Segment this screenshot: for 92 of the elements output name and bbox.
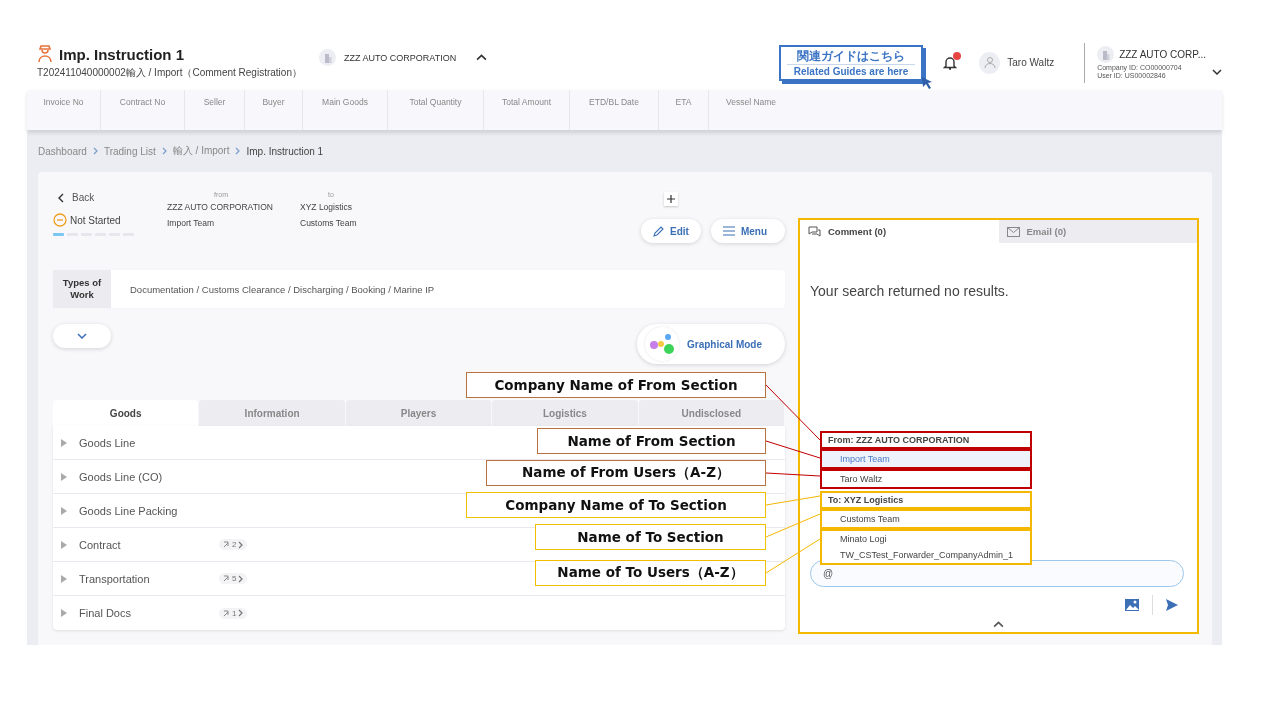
back-button[interactable]: Back — [58, 192, 167, 203]
building-icon — [1097, 46, 1115, 63]
edit-button[interactable]: Edit — [641, 219, 701, 243]
send-icon[interactable] — [1165, 598, 1179, 612]
image-icon[interactable] — [1124, 598, 1140, 612]
column-header: Invoice No — [27, 90, 101, 130]
empty-message: Your search returned no results. — [809, 282, 1010, 299]
chevron-up-icon[interactable] — [993, 621, 1004, 628]
column-header: Main Goods — [303, 90, 388, 130]
account-company: ZZZ AUTO CORP... — [1119, 49, 1206, 60]
chevron-down-icon — [77, 333, 87, 339]
mention-item[interactable]: Import Team — [822, 451, 1030, 467]
cursor-icon — [921, 75, 934, 89]
section-label[interactable]: Goods Line (CO) — [79, 470, 219, 483]
column-header: Seller — [185, 90, 245, 130]
mention-item[interactable]: Minato Logi — [822, 531, 1030, 547]
mention-item[interactable]: TW_CSTest_Forwarder_CompanyAdmin_1 — [822, 547, 1030, 563]
column-header: Total Quantity — [388, 90, 484, 130]
callout-label: Name of From Section — [537, 428, 766, 454]
chevron-down-icon — [1212, 69, 1222, 75]
mention-item[interactable]: Taro Waltz — [822, 471, 1030, 487]
callout-label: Company Name of To Section — [466, 492, 766, 518]
chevron-left-icon — [58, 192, 64, 203]
comment-icon — [808, 225, 821, 238]
column-header: Total Amount — [484, 90, 570, 130]
count-badge[interactable]: 1 — [219, 607, 248, 619]
expand-arrow-icon[interactable] — [61, 438, 67, 447]
column-header: Vessel Name — [725, 96, 777, 109]
section-label[interactable]: Goods Line — [79, 436, 219, 449]
to-section: Customs Team — [300, 218, 433, 228]
chevron-right-icon — [238, 609, 244, 617]
page-subtitle: T202411040000002輸入 / Import（Comment Registration） — [37, 66, 299, 80]
status-icon — [53, 213, 67, 227]
types-label: Types of Work — [53, 270, 111, 308]
chevron-right-icon — [238, 574, 244, 583]
tab[interactable]: Information — [199, 400, 345, 426]
section-label[interactable]: Transportation — [79, 572, 219, 585]
graphical-mode-button[interactable]: Graphical Mode — [637, 324, 785, 364]
pencil-icon — [653, 225, 664, 237]
breadcrumb-item[interactable]: Trading List — [103, 145, 156, 157]
chevron-right-icon — [235, 147, 241, 155]
page-title: Imp. Instruction 1 — [59, 45, 184, 63]
to-company: XYZ Logistics — [300, 202, 352, 212]
from-company: ZZZ AUTO CORPORATION — [167, 202, 273, 212]
expand-button[interactable] — [53, 324, 111, 348]
callout-label: Name of From Users（A-Z） — [486, 460, 766, 486]
tab[interactable]: Logistics — [492, 400, 638, 426]
chevron-right-icon — [92, 147, 98, 155]
menu-icon — [722, 226, 735, 236]
from-section: Import Team — [167, 218, 300, 228]
breadcrumb-item[interactable]: Dashboard — [38, 145, 87, 157]
plus-icon[interactable] — [664, 192, 678, 206]
status-label: Not Started — [70, 214, 121, 226]
bell-icon[interactable] — [943, 54, 958, 71]
types-value: Documentation / Customs Clearance / Discharging / Booking / Marine IP — [129, 282, 435, 297]
expand-arrow-icon[interactable] — [61, 574, 67, 583]
column-header: ETD/BL Date — [570, 90, 659, 130]
section-label[interactable]: Goods Line Packing — [79, 504, 219, 517]
building-icon — [319, 49, 336, 66]
breadcrumb-item[interactable]: 輸入 / Import — [172, 144, 230, 158]
column-header: Buyer — [245, 90, 303, 130]
worker-icon — [37, 45, 53, 63]
expand-arrow-icon[interactable] — [61, 472, 67, 481]
count-badge[interactable]: 5 — [219, 573, 248, 584]
callout-label: Company Name of From Section — [466, 372, 766, 398]
expand-arrow-icon[interactable] — [61, 506, 67, 515]
user-avatar[interactable] — [979, 51, 1001, 74]
chevron-right-icon — [238, 540, 244, 549]
mention-group-header: To: XYZ Logistics — [820, 491, 1032, 509]
company-name: ZZZ AUTO CORPORATION — [344, 52, 457, 63]
expand-arrow-icon[interactable] — [61, 540, 67, 549]
tab[interactable]: Goods — [53, 400, 199, 426]
mail-icon — [1006, 226, 1020, 237]
node-graph-icon — [645, 327, 679, 361]
user-name: Taro Waltz — [1007, 57, 1055, 68]
tab[interactable]: Undisclosed — [638, 400, 785, 426]
tab[interactable]: Players — [345, 400, 492, 426]
chevron-up-icon[interactable] — [476, 54, 488, 61]
section-label[interactable]: Contract — [79, 538, 219, 551]
callout-label: Name of To Section — [535, 524, 766, 550]
chevron-right-icon — [161, 147, 167, 155]
section-label[interactable]: Final Docs — [79, 607, 219, 619]
breadcrumb-item: Imp. Instruction 1 — [246, 145, 324, 157]
expand-arrow-icon[interactable] — [61, 609, 67, 617]
count-badge[interactable]: 2 — [219, 539, 248, 550]
mention-group-header: From: ZZZ AUTO CORPORATION — [820, 431, 1032, 449]
mention-item[interactable]: Customs Team — [822, 511, 1030, 527]
menu-button[interactable]: Menu — [710, 219, 785, 243]
column-header: ETA — [659, 90, 709, 130]
panel-tab[interactable]: Email (0) — [998, 220, 1197, 243]
callout-label: Name of To Users（A-Z） — [535, 560, 766, 586]
column-header: Contract No — [101, 90, 185, 130]
